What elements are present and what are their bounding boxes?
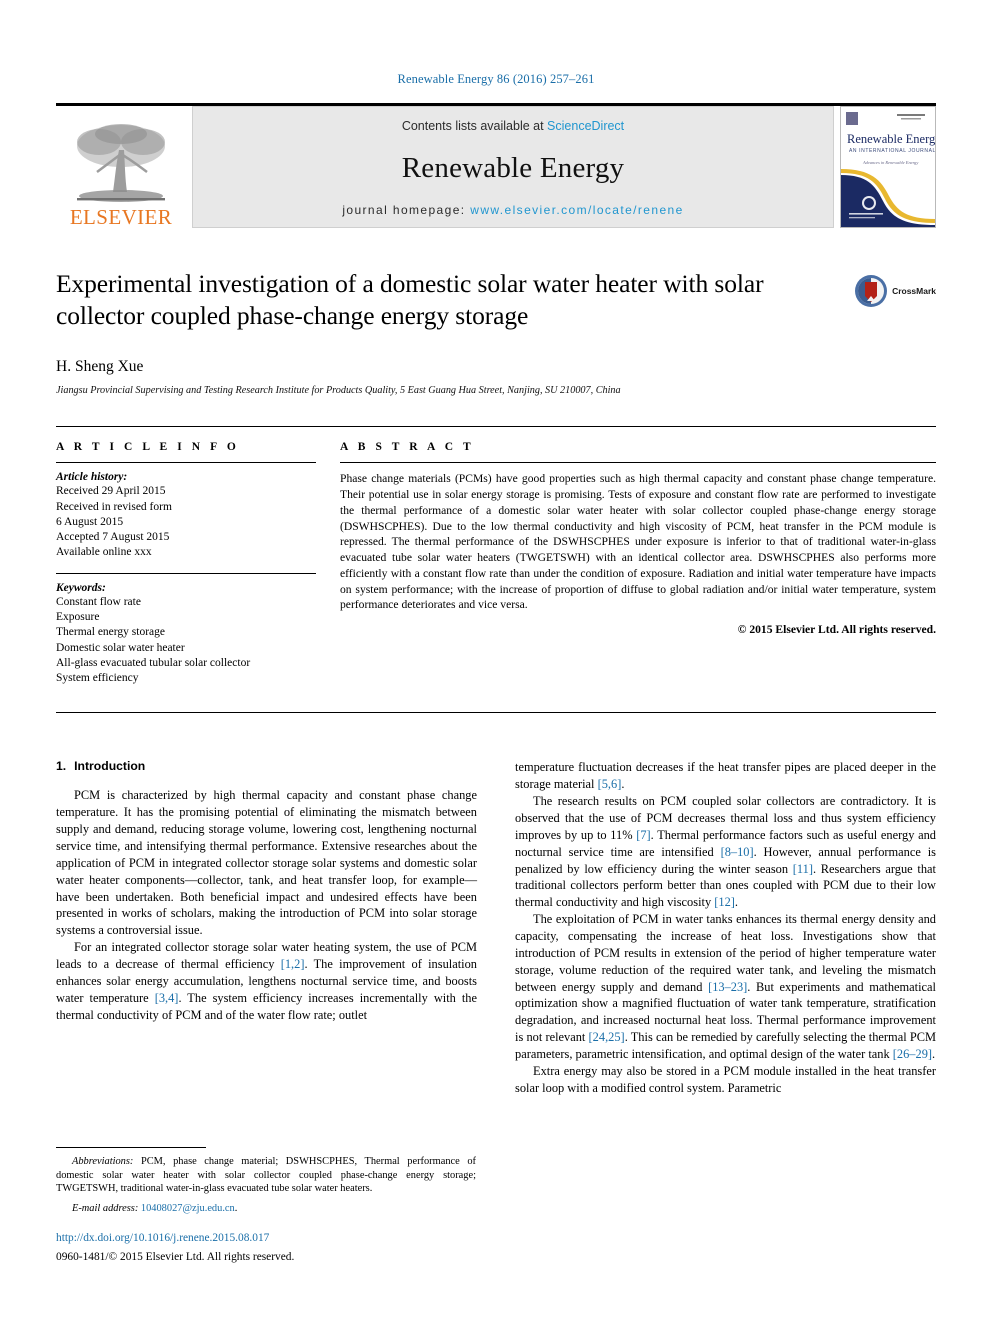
history-line: 6 August 2015 [56, 515, 124, 528]
paragraph: The research results on PCM coupled sola… [515, 793, 936, 911]
crossmark-icon [855, 275, 888, 307]
body-column-left: 1. Introduction PCM is characterized by h… [56, 759, 477, 1096]
info-abstract-bottom-rule [56, 712, 936, 714]
citation-ref[interactable]: [7] [636, 828, 650, 842]
homepage-prefix: journal homepage: [342, 203, 471, 217]
elsevier-tree-icon [77, 124, 165, 202]
masthead-center-panel: Contents lists available at ScienceDirec… [192, 106, 834, 228]
citation-ref[interactable]: [5,6] [598, 777, 622, 791]
journal-cover-thumbnail: Renewable Energy AN INTERNATIONAL JOURNA… [840, 106, 936, 228]
paper-page: Renewable Energy 86 (2016) 257–261 ELSEV… [0, 0, 992, 1323]
sciencedirect-link[interactable]: ScienceDirect [547, 119, 624, 133]
paragraph: Extra energy may also be stored in a PCM… [515, 1063, 936, 1095]
issn-copyright-line: 0960-1481/© 2015 Elsevier Ltd. All right… [56, 1250, 295, 1263]
article-info-mid-rule [56, 572, 316, 574]
citation-ref[interactable]: [11] [793, 862, 813, 876]
footnote-region: Abbreviations: PCM, phase change materia… [56, 1147, 476, 1265]
paragraph: temperature fluctuation decreases if the… [515, 759, 936, 793]
svg-text:Renewable Energy: Renewable Energy [847, 132, 935, 146]
doi-link[interactable]: http://dx.doi.org/10.1016/j.renene.2015.… [56, 1231, 476, 1246]
keywords-block: Keywords: Constant flow rate Exposure Th… [56, 582, 316, 687]
author-list: H. Sheng Xue [56, 358, 144, 376]
crossmark-badge[interactable]: CrossMark [854, 274, 936, 308]
article-info-column: A R T I C L E I N F O Article history: R… [56, 441, 340, 698]
citation-ref[interactable]: [1,2] [281, 957, 305, 971]
email-footnote: E-mail address: 10408027@zju.edu.cn. [56, 1202, 476, 1216]
article-history-label: Article history: [56, 471, 128, 484]
keyword-item: Constant flow rate [56, 595, 141, 608]
text-run: . [621, 777, 625, 792]
citation-ref[interactable]: [8–10] [721, 845, 754, 859]
section-number: 1. [56, 759, 67, 774]
email-link[interactable]: 10408027@zju.edu.cn [141, 1203, 235, 1214]
text-run: . [734, 895, 739, 910]
keyword-item: Domestic solar water heater [56, 641, 185, 654]
keyword-item: Thermal energy storage [56, 626, 165, 639]
text-run: . [932, 1046, 936, 1061]
section-heading-introduction: 1. Introduction [56, 759, 477, 773]
history-line: Received 29 April 2015 [56, 485, 166, 498]
contents-prefix: Contents lists available at [401, 119, 548, 133]
journal-homepage-line: journal homepage: www.elsevier.com/locat… [342, 203, 683, 217]
abstract-column: A B S T R A C T Phase change materials (… [340, 441, 936, 698]
footnote-separator-rule [56, 1147, 206, 1149]
history-line: Accepted 7 August 2015 [56, 531, 170, 544]
title-block: Experimental investigation of a domestic… [56, 268, 936, 396]
author-affiliation: Jiangsu Provincial Supervising and Testi… [56, 385, 621, 397]
running-head: Renewable Energy 86 (2016) 257–261 [397, 72, 595, 86]
email-suffix: . [234, 1202, 238, 1214]
history-line: Received in revised form [56, 500, 172, 513]
abstract-top-rule [340, 462, 936, 464]
paragraph: The exploitation of PCM in water tanks e… [515, 911, 936, 1063]
body-column-right: temperature fluctuation decreases if the… [515, 759, 936, 1096]
email-label: E-mail address: [72, 1202, 139, 1214]
citation-ref[interactable]: [24,25] [589, 1030, 625, 1044]
svg-text:AN INTERNATIONAL JOURNAL: AN INTERNATIONAL JOURNAL [849, 148, 935, 154]
crossmark-label: CrossMark [892, 286, 936, 296]
article-info-top-rule [56, 462, 316, 464]
svg-text:Advances in Renewable Energy: Advances in Renewable Energy [862, 160, 918, 165]
body-columns: 1. Introduction PCM is characterized by h… [56, 759, 936, 1096]
text-run: temperature fluctuation decreases if the… [515, 760, 936, 792]
abstract-text: Phase change materials (PCMs) have good … [340, 472, 936, 612]
abstract-copyright: © 2015 Elsevier Ltd. All rights reserved… [737, 623, 936, 637]
citation-ref[interactable]: [12] [714, 895, 735, 909]
journal-masthead: ELSEVIER Contents lists available at Sci… [56, 103, 936, 228]
history-line: Available online xxx [56, 546, 152, 559]
journal-title: Renewable Energy [401, 151, 625, 184]
abstract-heading: A B S T R A C T [340, 441, 475, 454]
citation-ref[interactable]: [26–29] [893, 1047, 932, 1061]
keyword-item: All-glass evacuated tubular solar collec… [56, 656, 251, 669]
keywords-label: Keywords: [56, 581, 106, 594]
abbreviations-footnote: Abbreviations: PCM, phase change materia… [56, 1155, 476, 1196]
doi-block: http://dx.doi.org/10.1016/j.renene.2015.… [56, 1231, 476, 1265]
keyword-item: System efficiency [56, 672, 139, 685]
contents-available-line: Contents lists available at ScienceDirec… [402, 119, 624, 133]
section-title: Introduction [74, 759, 146, 774]
elsevier-logo: ELSEVIER [56, 106, 186, 228]
citation-ref[interactable]: [3,4] [155, 991, 179, 1005]
paragraph: For an integrated collector storage sola… [56, 939, 477, 1023]
info-abstract-region: A R T I C L E I N F O Article history: R… [56, 426, 936, 698]
journal-cover-art: Renewable Energy AN INTERNATIONAL JOURNA… [841, 107, 935, 227]
keyword-item: Exposure [56, 610, 100, 623]
elsevier-wordmark: ELSEVIER [69, 205, 173, 229]
page-title: Experimental investigation of a domestic… [56, 269, 764, 331]
paragraph: PCM is characterized by high thermal cap… [56, 788, 477, 938]
homepage-url-link[interactable]: www.elsevier.com/locate/renene [470, 203, 683, 217]
abbreviations-label: Abbreviations: [72, 1156, 134, 1168]
article-info-heading: A R T I C L E I N F O [56, 441, 240, 454]
article-history-block: Article history: Received 29 April 2015 … [56, 471, 316, 560]
citation-ref[interactable]: [13–23] [708, 980, 747, 994]
